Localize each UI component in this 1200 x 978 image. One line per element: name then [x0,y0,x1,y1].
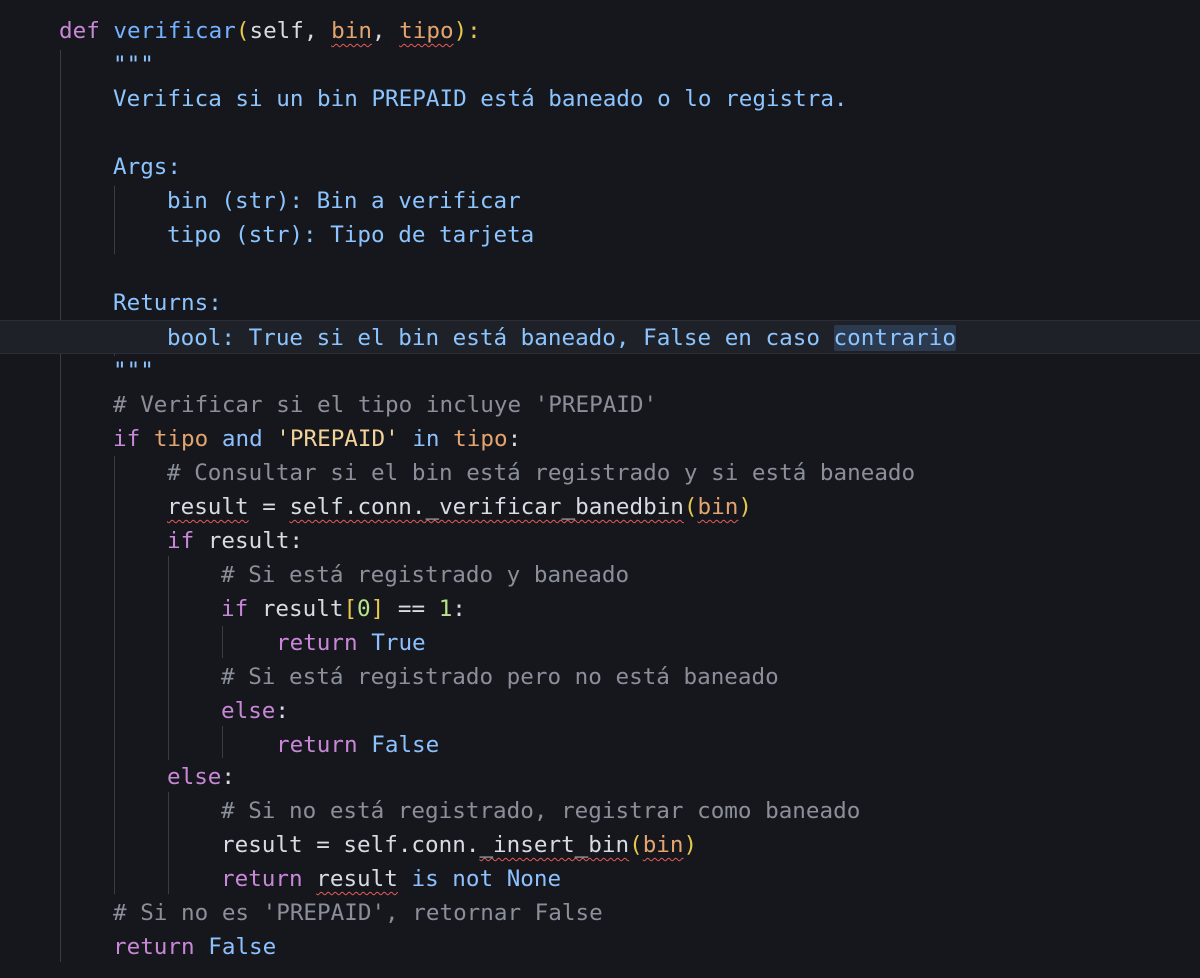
keyword-def: def [59,18,100,44]
constant-none: None [506,866,562,892]
constant-false: False [208,934,277,960]
keyword-return: return [276,630,358,656]
number-literal: 0 [357,596,371,622]
code-line-17[interactable]: # Si está registrado y baneado [0,558,1200,592]
code-line-16[interactable]: if result: [0,524,1200,558]
assignment: result = self.conn. [221,832,480,858]
code-editor[interactable]: def verificar(self, bin, tipo): """ Veri… [0,0,1200,978]
colon: : [275,698,290,724]
code-line-1[interactable]: def verificar(self, bin, tipo): [0,14,1200,48]
code-line-11[interactable]: """ [0,354,1200,388]
paren-close: ) [738,494,752,520]
param-self: self [249,18,304,44]
keyword-return: return [276,732,358,758]
method-name: _insert_bin [479,832,630,858]
arg-bin: bin [642,832,684,858]
code-line-10-current[interactable]: bool: True si el bin está baneado, False… [0,320,1200,354]
keyword-and: and [221,426,263,452]
keyword-else: else [221,698,276,724]
docstring-returns-text: bool: True si el bin está baneado, False… [167,325,834,351]
code-line-9[interactable]: Returns: [0,286,1200,320]
code-line-22[interactable]: return False [0,728,1200,762]
separator: , [371,18,400,44]
keyword-if: if [221,596,249,622]
code-line-28[interactable]: return False [0,930,1200,964]
code-line-7[interactable]: tipo (str): Tipo de tarjeta [0,218,1200,252]
code-line-15[interactable]: result = self.conn._verificar_banedbin(b… [0,490,1200,524]
code-line-6[interactable]: bin (str): Bin a verificar [0,184,1200,218]
code-line-20[interactable]: # Si está registrado pero no está banead… [0,660,1200,694]
code-line-21[interactable]: else: [0,694,1200,728]
var-result: result [248,596,344,622]
colon: : [507,426,522,452]
code-line-18[interactable]: if result[0] == 1: [0,592,1200,626]
docstring-args-header: Args: [113,154,182,180]
keyword-if: if [167,528,195,554]
code-line-23[interactable]: else: [0,760,1200,794]
param-tipo: tipo [399,18,454,44]
keyword-return: return [221,866,303,892]
paren-open: ( [235,18,250,44]
method-call: self.conn._verificar_banedbin [289,494,684,520]
keyword-is-not: is not [411,866,494,892]
keyword-in: in [412,426,440,452]
colon: : [221,764,236,790]
comment: # Verificar si el tipo incluye 'PREPAID' [113,392,658,418]
var-result: result [167,494,249,520]
keyword-else: else [167,764,222,790]
keyword-if: if [113,426,141,452]
paren-open: ( [683,494,698,520]
comment: # Si no es 'PREPAID', retornar False [113,900,603,926]
code-line-19[interactable]: return True [0,626,1200,660]
param-bin: bin [331,18,372,44]
comment: # Si no está registrado, registrar como … [221,798,861,824]
bracket-open: [ [343,596,358,622]
operator-assign: = [248,494,290,520]
paren-close: ) [683,832,698,858]
colon: : [452,596,466,622]
code-line-26[interactable]: return result is not None [0,862,1200,896]
separator: , [303,18,332,44]
code-line-14[interactable]: # Consultar si el bin está registrado y … [0,456,1200,490]
function-name: verificar [113,18,236,44]
string-literal: 'PREPAID' [276,426,399,452]
code-line-3[interactable]: Verifica si un bin PREPAID está baneado … [0,82,1200,116]
selected-word: contrario [833,325,956,351]
comment: # Si está registrado y baneado [221,562,630,588]
paren-close: ): [453,18,481,44]
code-line-5[interactable]: Args: [0,150,1200,184]
docstring-close: """ [113,358,154,384]
code-line-27[interactable]: # Si no es 'PREPAID', retornar False [0,896,1200,930]
constant-false: False [371,732,440,758]
condition: result: [194,528,304,554]
code-line-25[interactable]: result = self.conn._insert_bin(bin) [0,828,1200,862]
docstring-open: """ [113,52,154,78]
code-line-12[interactable]: # Verificar si el tipo incluye 'PREPAID' [0,388,1200,422]
code-line-24[interactable]: # Si no está registrado, registrar como … [0,794,1200,828]
docstring-arg-tipo: tipo (str): Tipo de tarjeta [167,222,535,248]
docstring-returns-header: Returns: [113,290,222,316]
bracket-close: ] [370,596,385,622]
comment: # Consultar si el bin está registrado y … [167,460,916,486]
constant-true: True [371,630,426,656]
docstring-summary: Verifica si un bin PREPAID está baneado … [113,86,848,112]
paren-open: ( [629,832,643,858]
number-literal: 1 [438,596,453,622]
code-line-13[interactable]: if tipo and 'PREPAID' in tipo: [0,422,1200,456]
arg-bin: bin [697,494,739,520]
operator-eq: == [384,596,439,622]
var-tipo: tipo [453,426,508,452]
code-line-2[interactable]: """ [0,48,1200,82]
var-tipo: tipo [153,426,209,452]
keyword-return: return [113,934,195,960]
comment: # Si está registrado pero no está banead… [221,664,779,690]
var-result: result [316,866,398,892]
docstring-arg-bin: bin (str): Bin a verificar [167,188,521,214]
